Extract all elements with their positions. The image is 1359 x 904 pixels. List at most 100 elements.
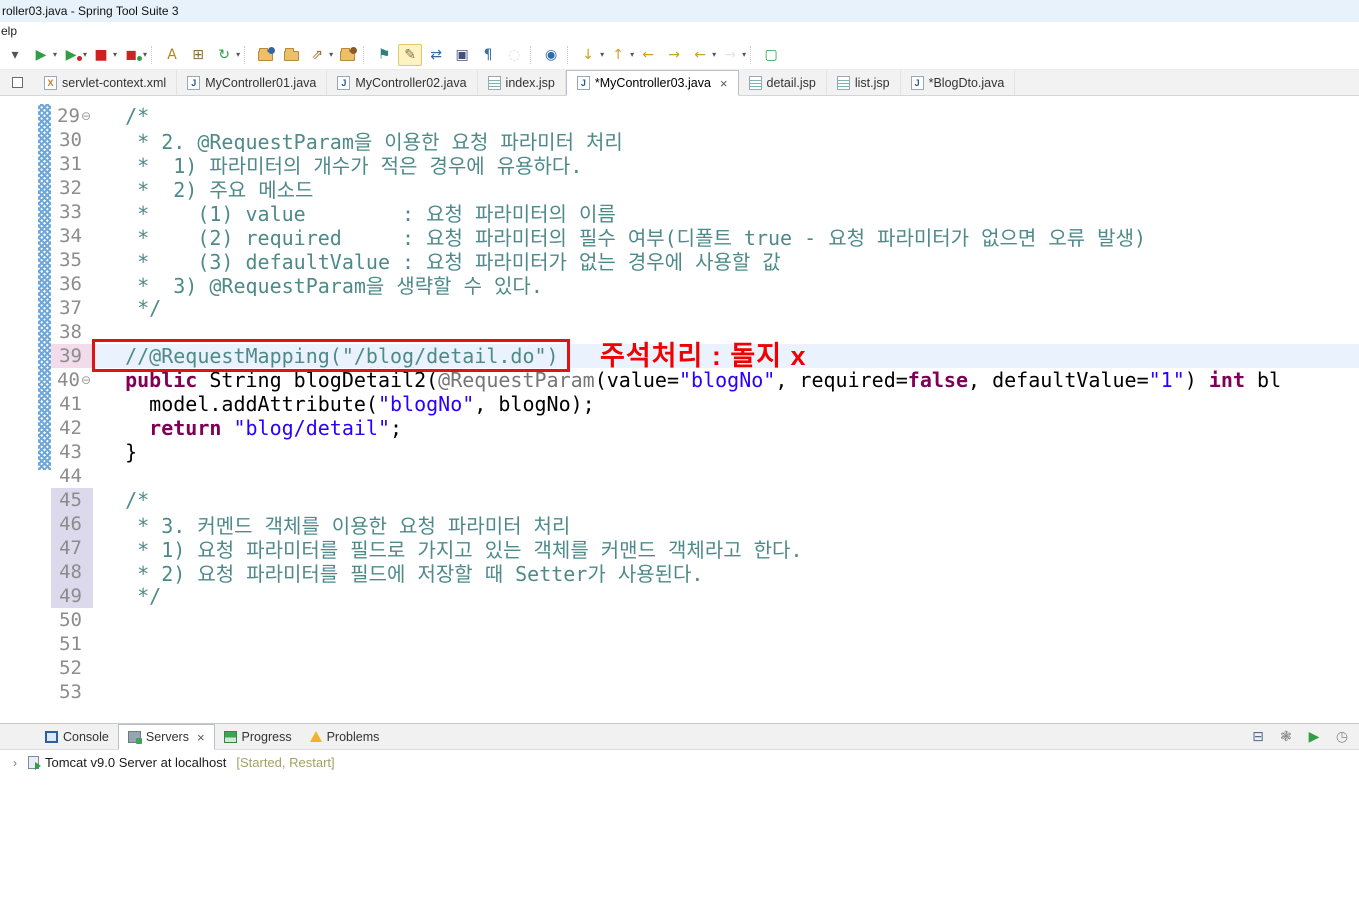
tab-mycontroller02java[interactable]: J MyController02.java	[327, 70, 478, 95]
code-text[interactable]: * 2) 요청 파라미터를 필드에 저장할 때 Setter가 사용된다.	[93, 560, 1359, 585]
relaunch-button-dropdown-caret[interactable]: ▾	[143, 50, 147, 59]
tab-mycontroller03java[interactable]: J *MyController03.java ×	[565, 70, 739, 96]
code-text[interactable]: * 3. 커멘드 객체를 이용한 요청 파라미터 처리	[93, 512, 1359, 537]
coverage-button-dropdown-caret[interactable]: ▾	[83, 50, 87, 59]
back-button-dropdown-caret[interactable]: ▾	[712, 50, 716, 59]
previous-annotation-button[interactable]: ↑	[606, 44, 630, 66]
line-number[interactable]: 39	[51, 344, 93, 368]
link-with-editor-button[interactable]: ⇄	[424, 44, 448, 66]
line-number[interactable]: 29 ⊖	[51, 104, 93, 128]
code-text[interactable]: * (3) defaultValue : 요청 파라미터가 없는 경우에 사용할…	[93, 248, 1359, 273]
launch-button-dropdown-caret[interactable]: ▾	[329, 50, 333, 59]
code-text[interactable]	[93, 680, 1359, 704]
code-text[interactable]: /*	[93, 488, 1359, 512]
tab-mycontroller01java[interactable]: J MyController01.java	[177, 70, 328, 95]
line-number[interactable]: 42	[51, 416, 93, 440]
tab-indexjsp[interactable]: index.jsp	[478, 70, 566, 95]
line-number[interactable]: 40 ⊖	[51, 368, 93, 392]
next-edit-location-button[interactable]: →	[662, 44, 686, 66]
line-number[interactable]: 52	[51, 656, 93, 680]
code-text[interactable]: * (1) value : 요청 파라미터의 이름	[93, 200, 1359, 225]
tab-listjsp[interactable]: list.jsp	[827, 70, 901, 95]
show-whitespace-button[interactable]: ¶	[476, 44, 500, 66]
tab-progress[interactable]: Progress	[215, 724, 301, 749]
view-restore-icon[interactable]	[0, 70, 34, 95]
menu-bar[interactable]: elp	[0, 22, 1359, 40]
tab-servers[interactable]: Servers ×	[117, 724, 215, 750]
code-text[interactable]: model.addAttribute("blogNo", blogNo);	[93, 392, 1359, 416]
tab-detailjsp[interactable]: detail.jsp	[739, 70, 827, 95]
code-text[interactable]: * 1) 파라미터의 개수가 적은 경우에 유용하다.	[93, 152, 1359, 177]
line-number[interactable]: 46	[51, 512, 93, 536]
debug-server-icon[interactable]: ❃	[1276, 726, 1296, 748]
run-button[interactable]: ▶	[29, 44, 53, 66]
line-number[interactable]: 45	[51, 488, 93, 512]
previous-annotation-button-dropdown-caret[interactable]: ▾	[630, 50, 634, 59]
fold-collapse-icon[interactable]: ⊖	[81, 109, 91, 123]
code-text[interactable]: * 3) @RequestParam을 생략할 수 있다.	[93, 272, 1359, 297]
open-type-button[interactable]	[253, 44, 277, 66]
refresh-button[interactable]: ↻	[212, 44, 236, 66]
line-number[interactable]: 37	[51, 296, 93, 320]
line-number[interactable]: 49	[51, 584, 93, 608]
line-number[interactable]: 43	[51, 440, 93, 464]
open-web-browser-button[interactable]: ◉	[539, 44, 563, 66]
toolbar-overflow-caret[interactable]: ▾	[3, 44, 27, 66]
collapse-all-icon[interactable]: ⊟	[1248, 726, 1268, 748]
code-text[interactable]: */	[93, 584, 1359, 608]
pin-class-button[interactable]: ⚑	[372, 44, 396, 66]
code-text[interactable]: }	[93, 440, 1359, 464]
back-button[interactable]: ←	[688, 44, 712, 66]
fold-collapse-icon[interactable]: ⊖	[81, 373, 91, 387]
line-number[interactable]: 34	[51, 224, 93, 248]
refresh-button-dropdown-caret[interactable]: ▾	[236, 50, 240, 59]
stop-button[interactable]: ■	[89, 44, 113, 66]
code-text[interactable]	[93, 632, 1359, 656]
new-class-wizard-button[interactable]: A	[160, 44, 184, 66]
code-text[interactable]: * (2) required : 요청 파라미터의 필수 여부(디폴트 true…	[93, 224, 1359, 249]
line-number[interactable]: 35	[51, 248, 93, 272]
coverage-button[interactable]: ▶	[59, 44, 83, 66]
code-text[interactable]: * 1) 요청 파라미터를 필드로 가지고 있는 객체를 커맨드 객체라고 한다…	[93, 536, 1359, 561]
code-text[interactable]: * 2) 주요 메소드	[93, 176, 1359, 201]
code-text[interactable]: return "blog/detail";	[93, 416, 1359, 440]
next-annotation-button[interactable]: ↓	[576, 44, 600, 66]
stop-button-dropdown-caret[interactable]: ▾	[113, 50, 117, 59]
pin-editor-button[interactable]: ▢	[759, 44, 783, 66]
code-text[interactable]: /*	[93, 104, 1359, 128]
line-number[interactable]: 36	[51, 272, 93, 296]
server-row[interactable]: › Tomcat v9.0 Server at localhost [Start…	[0, 750, 1359, 770]
line-number[interactable]: 48	[51, 560, 93, 584]
start-server-icon[interactable]: ▶	[1304, 726, 1324, 748]
close-tab-icon[interactable]: ×	[720, 76, 728, 91]
menu-item-help[interactable]: elp	[1, 24, 17, 38]
run-button-dropdown-caret[interactable]: ▾	[53, 50, 57, 59]
line-number[interactable]: 30	[51, 128, 93, 152]
new-package-wizard-button[interactable]: ⊞	[186, 44, 210, 66]
line-number[interactable]: 33	[51, 200, 93, 224]
search-folder-button[interactable]	[335, 44, 359, 66]
line-number[interactable]: 53	[51, 680, 93, 704]
launch-button[interactable]: ⇗	[305, 44, 329, 66]
line-number[interactable]: 44	[51, 464, 93, 488]
code-text[interactable]: * 2. @RequestParam을 이용한 요청 파라미터 처리	[93, 128, 1359, 153]
previous-edit-location-button[interactable]: ←	[636, 44, 660, 66]
profile-server-icon[interactable]: ◷	[1332, 726, 1352, 748]
show-selected-element-button[interactable]: ▣	[450, 44, 474, 66]
tab-blogdtojava[interactable]: J *BlogDto.java	[901, 70, 1016, 95]
line-number[interactable]: 32	[51, 176, 93, 200]
code-text[interactable]	[93, 656, 1359, 680]
server-label[interactable]: Tomcat v9.0 Server at localhost	[45, 755, 226, 770]
next-annotation-button-dropdown-caret[interactable]: ▾	[600, 50, 604, 59]
line-number[interactable]: 47	[51, 536, 93, 560]
line-number[interactable]: 51	[51, 632, 93, 656]
code-text[interactable]: */	[93, 296, 1359, 320]
code-editor[interactable]: 29 ⊖ /* 30 * 2. @RequestParam을 이용한 요청 파라미터…	[0, 96, 1359, 723]
forward-button-dropdown-caret[interactable]: ▾	[742, 50, 746, 59]
code-text[interactable]	[93, 608, 1359, 632]
relaunch-button[interactable]: ◼	[119, 44, 143, 66]
open-resource-button[interactable]	[279, 44, 303, 66]
line-number[interactable]: 31	[51, 152, 93, 176]
tab-console[interactable]: Console	[36, 724, 118, 749]
close-tab-icon[interactable]: ×	[197, 730, 205, 745]
